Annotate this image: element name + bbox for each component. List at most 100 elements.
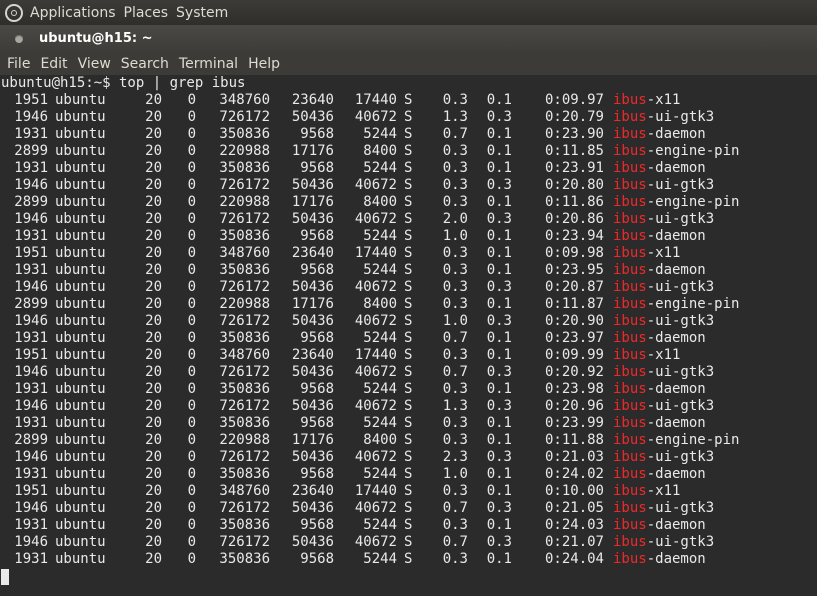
cell-mem: 0.3 [486, 398, 512, 414]
cell-res: 50436 [291, 313, 334, 329]
window-titlebar[interactable]: ubuntu@h15: ~ [0, 25, 817, 52]
process-row: 1946 ubuntu 20 0 726172 50436 40672 S 1.3 0.3 0:20… [0, 109, 817, 126]
cell-command: ibus-daemon [613, 160, 706, 177]
cell-time: 0:20.87 [544, 279, 604, 295]
cell-command: ibus-daemon [613, 381, 706, 398]
menu-edit[interactable]: Edit [40, 56, 67, 72]
command-suffix: -daemon [646, 466, 706, 482]
cell-pr: 20 [145, 381, 162, 397]
command-suffix: -daemon [646, 160, 706, 176]
cell-time: 0:23.95 [544, 262, 604, 278]
cell-ni: 0 [187, 194, 196, 210]
cell-command: ibus-daemon [613, 126, 706, 143]
cell-res: 17176 [291, 143, 334, 159]
cell-s: S [404, 262, 413, 278]
cell-cpu: 0.3 [442, 551, 468, 567]
cell-ni: 0 [187, 109, 196, 125]
process-row: 1931 ubuntu 20 0 350836 9568 5244 S 0.3 0.1 0:24.0… [0, 551, 817, 568]
panel-menu-applications[interactable]: Applications [30, 5, 116, 21]
cell-res: 9568 [300, 517, 334, 533]
cell-pid: 1951 [14, 347, 48, 363]
panel-menu-system[interactable]: System [176, 5, 228, 21]
process-row: 1946 ubuntu 20 0 726172 50436 40672 S 0.3 0.3 0:20… [0, 279, 817, 296]
cell-pid: 1931 [14, 415, 48, 431]
window-close-icon[interactable] [15, 34, 23, 43]
cell-virt: 726172 [219, 500, 270, 516]
cell-shr: 17440 [354, 245, 397, 261]
cell-pid: 1931 [14, 228, 48, 244]
prompt-line: ubuntu@h15:~$ top | grep ibus [1, 75, 246, 91]
panel-menu-places[interactable]: Places [124, 5, 169, 21]
menu-search[interactable]: Search [121, 56, 169, 72]
cell-pr: 20 [145, 279, 162, 295]
cell-cpu: 0.3 [442, 381, 468, 397]
menu-view[interactable]: View [78, 56, 111, 72]
cell-shr: 40672 [354, 398, 397, 414]
cell-mem: 0.1 [486, 517, 512, 533]
window-title: ubuntu@h15: ~ [39, 31, 153, 46]
cell-cpu: 0.7 [442, 126, 468, 142]
cell-res: 9568 [300, 126, 334, 142]
cell-user: ubuntu [55, 364, 106, 380]
cell-pr: 20 [145, 92, 162, 108]
cell-time: 0:24.04 [544, 551, 604, 567]
cell-shr: 17440 [354, 347, 397, 363]
cell-mem: 0.1 [486, 483, 512, 499]
menu-help[interactable]: Help [248, 56, 280, 72]
cell-command: ibus-ui-gtk3 [613, 279, 714, 296]
menu-file[interactable]: File [7, 56, 30, 72]
cell-s: S [404, 449, 413, 465]
cell-pr: 20 [145, 449, 162, 465]
cell-mem: 0.3 [486, 313, 512, 329]
terminal-output[interactable]: ubuntu@h15:~$ top | grep ibus 1951 ubuntu… [0, 75, 817, 596]
command-suffix: -daemon [646, 330, 706, 346]
command-suffix: -ui-gtk3 [646, 534, 715, 550]
cell-s: S [404, 381, 413, 397]
cell-command: ibus-ui-gtk3 [613, 449, 714, 466]
cell-time: 0:20.90 [544, 313, 604, 329]
cell-ni: 0 [187, 228, 196, 244]
cell-ni: 0 [187, 483, 196, 499]
cell-pr: 20 [145, 143, 162, 159]
cell-cpu: 0.7 [442, 500, 468, 516]
cell-pid: 1946 [14, 449, 48, 465]
cell-ni: 0 [187, 262, 196, 278]
cell-pid: 2899 [14, 296, 48, 312]
cell-ni: 0 [187, 449, 196, 465]
cell-command: ibus-ui-gtk3 [613, 534, 714, 551]
grep-match: ibus [613, 109, 647, 125]
process-row: 1931 ubuntu 20 0 350836 9568 5244 S 0.3 0.1 0:23.9… [0, 262, 817, 279]
cell-user: ubuntu [55, 398, 106, 414]
cell-pr: 20 [145, 398, 162, 414]
cell-ni: 0 [187, 347, 196, 363]
cell-res: 9568 [300, 228, 334, 244]
cell-pr: 20 [145, 245, 162, 261]
cell-mem: 0.3 [486, 211, 512, 227]
cell-virt: 350836 [219, 466, 270, 482]
cell-mem: 0.1 [486, 245, 512, 261]
command-suffix: -daemon [646, 517, 706, 533]
cell-pr: 20 [145, 517, 162, 533]
cell-pr: 20 [145, 432, 162, 448]
cell-virt: 726172 [219, 109, 270, 125]
cell-res: 9568 [300, 415, 334, 431]
cell-time: 0:23.91 [544, 160, 604, 176]
ubuntu-logo-icon[interactable] [5, 3, 23, 22]
menu-terminal[interactable]: Terminal [179, 56, 238, 72]
process-row: 1946 ubuntu 20 0 726172 50436 40672 S 0.7 0.3 0:21… [0, 500, 817, 517]
cell-mem: 0.1 [486, 551, 512, 567]
cell-pr: 20 [145, 364, 162, 380]
cell-shr: 5244 [363, 466, 397, 482]
cell-shr: 40672 [354, 313, 397, 329]
cell-pid: 1946 [14, 177, 48, 193]
command-suffix: -engine-pin [646, 143, 740, 159]
process-row: 1931 ubuntu 20 0 350836 9568 5244 S 1.0 0.1 0:23.9… [0, 228, 817, 245]
cell-time: 0:24.03 [544, 517, 604, 533]
grep-match: ibus [613, 177, 647, 193]
cell-virt: 726172 [219, 449, 270, 465]
cell-pid: 1946 [14, 534, 48, 550]
cell-user: ubuntu [55, 262, 106, 278]
grep-match: ibus [613, 483, 647, 499]
process-row: 1951 ubuntu 20 0 348760 23640 17440 S 0.3 0.1 0:09… [0, 245, 817, 262]
top-panel: Applications Places System [0, 0, 817, 25]
